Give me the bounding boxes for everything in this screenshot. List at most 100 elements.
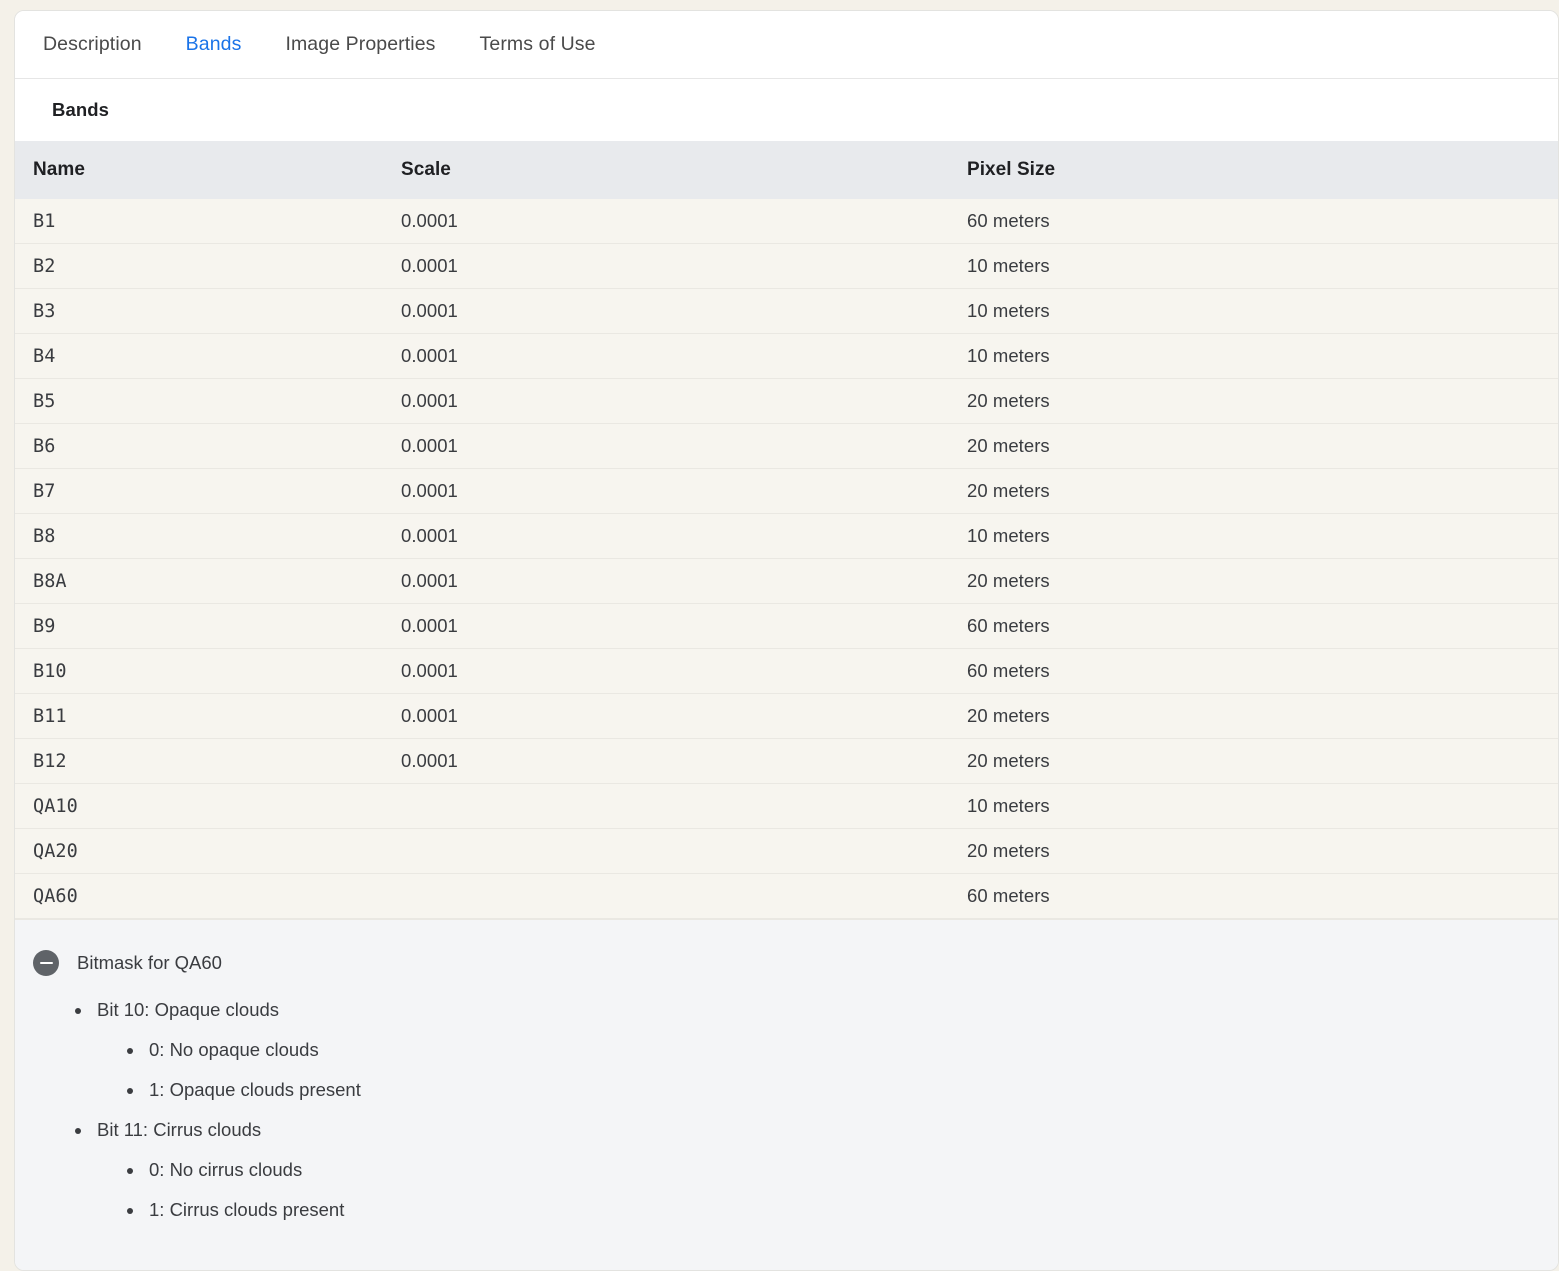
band-wavelength-cell: 740.2nm (S2A) / 739.1nm (S2B) [1225,423,1558,469]
band-pixel-size-cell: 10 meters [588,783,1225,829]
band-name-cell: QA20 [15,828,209,874]
column-header-wavelength[interactable]: Wavelength [1225,141,1558,199]
table-row: B10.000160 meters443.9nm (S2A) / 442.3nm… [15,199,1558,244]
table-row: B90.000160 meters945nm (S2A) / 943.2nm (… [15,603,1558,649]
band-name-cell: B3 [15,288,209,334]
bands-table: Name Scale Pixel Size Wavelength Descrip… [15,141,1558,919]
bands-table-head: Name Scale Pixel Size Wavelength Descrip… [15,141,1558,199]
column-header-pixel-size[interactable]: Pixel Size [588,141,1225,199]
band-pixel-size-cell: 60 meters [588,873,1225,919]
band-pixel-size-cell: 20 meters [588,378,1225,424]
tab-terms-of-use[interactable]: Terms of Use [458,11,618,78]
band-wavelength-cell [1225,873,1558,919]
table-row: QA2020 metersAlways empty [15,828,1558,874]
table-row: QA1010 metersAlways empty [15,783,1558,829]
bands-card: Description Bands Image Properties Terms of… [14,10,1559,1271]
band-wavelength-cell: 560nm (S2A) / 559nm (S2B) [1225,288,1558,334]
band-pixel-size-cell: 60 meters [588,648,1225,694]
bitmask-value-item: 1: Cirrus clouds present [145,1190,1558,1230]
column-header-scale[interactable]: Scale [209,141,588,199]
tab-list: Description Bands Image Properties Terms of… [15,11,1558,78]
band-name-cell: B8 [15,513,209,559]
page-title: Bands [52,99,110,120]
table-row: QA6060 metersCloud mask [15,873,1558,919]
band-name-cell: B7 [15,468,209,514]
band-pixel-size-cell: 10 meters [588,243,1225,289]
band-scale-cell: 0.0001 [209,333,588,379]
band-wavelength-cell: 782.5nm (S2A) / 779.7nm (S2B) [1225,468,1558,514]
bands-table-body: B10.000160 meters443.9nm (S2A) / 442.3nm… [15,199,1558,919]
band-wavelength-cell: 835.1nm (S2A) / 833nm (S2B) [1225,513,1558,559]
table-row: B40.000110 meters664.5nm (S2A) / 665nm (… [15,333,1558,379]
table-row: B60.000120 meters740.2nm (S2A) / 739.1nm… [15,423,1558,469]
table-row: B8A0.000120 meters864.8nm (S2A) / 864nm … [15,558,1558,604]
band-scale-cell: 0.0001 [209,288,588,334]
band-wavelength-cell: 443.9nm (S2A) / 442.3nm (S2B) [1225,199,1558,244]
minus-bar [39,961,53,965]
table-row: B30.000110 meters560nm (S2A) / 559nm (S2… [15,288,1558,334]
page-root: Description Bands Image Properties Terms of… [0,0,1559,1271]
band-wavelength-cell: 864.8nm (S2A) / 864nm (S2B) [1225,558,1558,604]
band-scale-cell [209,828,588,874]
bitmask-header[interactable]: Bitmask for QA60 [15,950,1558,976]
bitmask-bit-label: Bit 10: Opaque clouds [97,999,280,1020]
band-scale-cell: 0.0001 [209,378,588,424]
band-scale-cell: 0.0001 [209,693,588,739]
band-name-cell: B9 [15,603,209,649]
collapse-minus-icon[interactable] [33,950,59,976]
band-name-cell: B10 [15,648,209,694]
band-name-cell: B2 [15,243,209,289]
tab-description[interactable]: Description [21,11,164,78]
table-row: B20.000110 meters496.6nm (S2A) / 492.1nm… [15,243,1558,289]
table-row: B80.000110 meters835.1nm (S2A) / 833nm (… [15,513,1558,559]
band-scale-cell [209,783,588,829]
bitmask-section: Bitmask for QA60 Bit 10: Opaque clouds 0:… [15,919,1558,1270]
band-name-cell: B8A [15,558,209,604]
tab-bands[interactable]: Bands [164,11,264,78]
table-row: B110.000120 meters1613.7nm (S2A) / 1610.… [15,693,1558,739]
tab-image-properties[interactable]: Image Properties [263,11,457,78]
band-pixel-size-cell: 20 meters [588,423,1225,469]
bitmask-value-list: 0: No opaque clouds1: Opaque clouds pres… [97,1030,1558,1110]
band-pixel-size-cell: 20 meters [588,738,1225,784]
table-header-row: Name Scale Pixel Size Wavelength Descrip… [15,141,1558,199]
bitmask-value-item: 1: Opaque clouds present [145,1070,1558,1110]
band-pixel-size-cell: 60 meters [588,199,1225,244]
band-name-cell: B1 [15,199,209,244]
band-name-cell: QA10 [15,783,209,829]
band-pixel-size-cell: 10 meters [588,288,1225,334]
bitmask-value-item: 0: No opaque clouds [145,1030,1558,1070]
bitmask-bit-list: Bit 10: Opaque clouds 0: No opaque clouds… [15,990,1558,1230]
band-name-cell: QA60 [15,873,209,919]
band-scale-cell: 0.0001 [209,199,588,244]
band-name-cell: B4 [15,333,209,379]
band-wavelength-cell: 664.5nm (S2A) / 665nm (S2B) [1225,333,1558,379]
band-name-cell: B12 [15,738,209,784]
band-pixel-size-cell: 20 meters [588,828,1225,874]
band-scale-cell: 0.0001 [209,243,588,289]
band-scale-cell: 0.0001 [209,423,588,469]
band-wavelength-cell: 2202.4nm (S2A) / 2185.7nm (S2B) [1225,738,1558,784]
band-pixel-size-cell: 20 meters [588,693,1225,739]
column-header-name[interactable]: Name [15,141,209,199]
band-name-cell: B5 [15,378,209,424]
band-wavelength-cell: 1613.7nm (S2A) / 1610.4nm (S2B) [1225,693,1558,739]
tab-bar: Description Bands Image Properties Terms of… [15,11,1558,79]
table-row: B70.000120 meters782.5nm (S2A) / 779.7nm… [15,468,1558,514]
band-pixel-size-cell: 20 meters [588,468,1225,514]
band-scale-cell: 0.0001 [209,603,588,649]
band-scale-cell [209,873,588,919]
bitmask-bit-label: Bit 11: Cirrus clouds [97,1119,262,1140]
band-scale-cell: 0.0001 [209,648,588,694]
band-wavelength-cell [1225,783,1558,829]
band-pixel-size-cell: 10 meters [588,513,1225,559]
table-row: B120.000120 meters2202.4nm (S2A) / 2185.… [15,738,1558,784]
band-wavelength-cell: 496.6nm (S2A) / 492.1nm (S2B) [1225,243,1558,289]
band-wavelength-cell: 1373.5nm (S2A) / 1376.9nm (S2B) [1225,648,1558,694]
band-scale-cell: 0.0001 [209,468,588,514]
band-wavelength-cell [1225,828,1558,874]
band-name-cell: B6 [15,423,209,469]
bitmask-bit-item: Bit 11: Cirrus clouds 0: No cirrus clouds… [93,1110,1558,1230]
band-scale-cell: 0.0001 [209,558,588,604]
band-scale-cell: 0.0001 [209,513,588,559]
